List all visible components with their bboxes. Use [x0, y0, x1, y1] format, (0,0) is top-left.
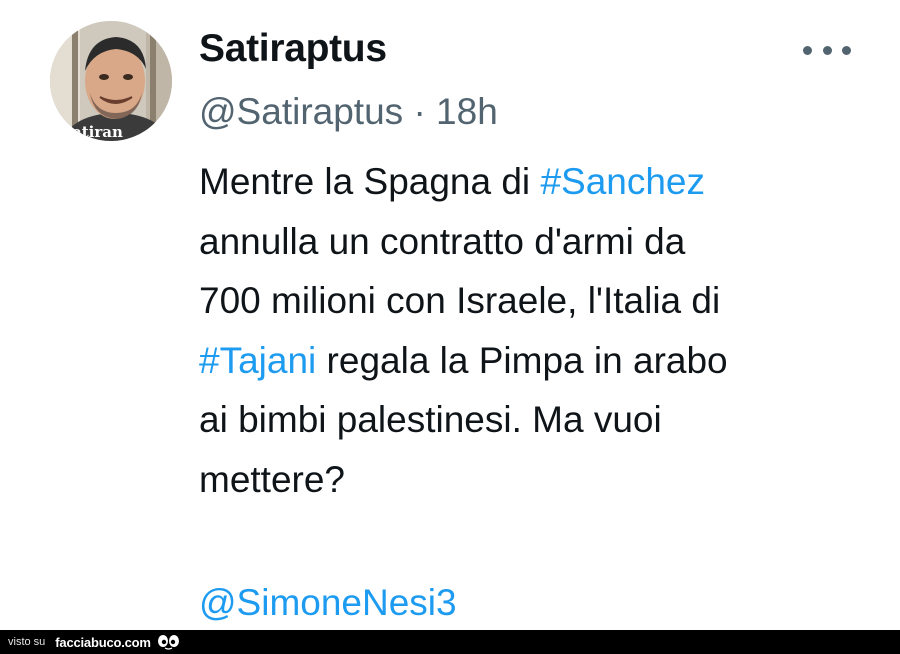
timestamp[interactable]: 18h — [436, 91, 498, 132]
eyes-logo-icon — [157, 634, 181, 650]
visto-su-label: visto su — [8, 636, 46, 648]
tweet-line-5: ai bimbi palestinesi. Ma vuoi — [199, 399, 662, 440]
separator: · — [413, 91, 426, 132]
tweet-card[interactable]: atiran Satiraptus @Satiraptus · 18h Ment… — [0, 0, 900, 630]
hashtag-sanchez[interactable]: #Sanchez — [540, 161, 705, 202]
more-dot-icon — [842, 45, 851, 55]
site-name[interactable]: facciabuco.com — [55, 635, 151, 650]
display-name[interactable]: Satiraptus — [199, 27, 387, 71]
handle-line: @Satiraptus · 18h — [199, 91, 498, 133]
tweet-line-6: mettere? — [199, 458, 346, 500]
avatar[interactable]: atiran — [50, 21, 172, 141]
mention-simonenesi3[interactable]: @SimoneNesi3 — [199, 575, 457, 631]
handle[interactable]: @Satiraptus — [199, 91, 403, 132]
tweet-line-2: annulla un contratto d'armi da — [199, 220, 686, 262]
avatar-image: atiran — [50, 21, 172, 141]
avatar-watermark-text: atiran — [72, 123, 123, 141]
more-dot-icon — [822, 45, 832, 55]
hashtag-tajani[interactable]: #Tajani — [199, 340, 316, 381]
tweet-text: Mentre la Spagna di #Sanchez annulla un … — [199, 152, 869, 509]
tweet-line-4: #Tajani regala la Pimpa in arabo — [199, 339, 728, 381]
more-horizontal-icon[interactable] — [803, 38, 851, 62]
more-dot-icon — [803, 45, 812, 55]
tweet-line-3: 700 milioni con Israele, l'Italia di — [199, 280, 721, 321]
watermark-bar: visto su facciabuco.com — [0, 630, 900, 654]
tweet-line-1: Mentre la Spagna di #Sanchez — [199, 161, 706, 202]
